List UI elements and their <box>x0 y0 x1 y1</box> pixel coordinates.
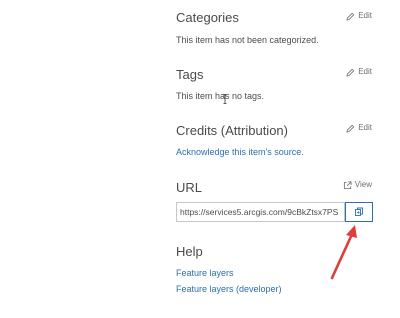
copy-url-button[interactable] <box>345 202 373 222</box>
url-view-label: View <box>354 180 372 189</box>
categories-edit-button[interactable]: Edit <box>346 11 372 21</box>
pencil-icon <box>346 68 355 77</box>
external-link-icon <box>343 180 352 189</box>
credits-heading: Credits (Attribution) <box>176 123 288 138</box>
url-field[interactable]: https://services5.arcgis.com/9cBkZtsx7PS <box>176 202 345 222</box>
categories-text: This item has not been categorized. <box>176 35 319 45</box>
copy-icon <box>355 207 363 216</box>
text-cursor-icon <box>223 94 227 104</box>
tags-edit-button[interactable]: Edit <box>346 67 372 77</box>
red-arrow-annotation <box>330 225 357 280</box>
categories-heading: Categories <box>176 10 239 25</box>
credits-edit-label: Edit <box>358 123 372 132</box>
url-value: https://services5.arcgis.com/9cBkZtsx7PS <box>180 207 339 217</box>
categories-edit-label: Edit <box>358 11 372 20</box>
help-link-feature-layers-developer[interactable]: Feature layers (developer) <box>176 283 282 295</box>
credits-edit-button[interactable]: Edit <box>346 123 372 133</box>
url-heading: URL <box>176 180 203 195</box>
url-view-button[interactable]: View <box>343 180 372 190</box>
tags-edit-label: Edit <box>358 67 372 76</box>
tags-heading: Tags <box>176 67 204 82</box>
pencil-icon <box>346 12 355 21</box>
help-link-feature-layers[interactable]: Feature layers <box>176 267 234 279</box>
pencil-icon <box>346 124 355 133</box>
tags-text: This item has no tags. <box>176 91 265 101</box>
acknowledge-source-link[interactable]: Acknowledge this item's source. <box>176 146 304 158</box>
help-heading: Help <box>176 244 203 259</box>
